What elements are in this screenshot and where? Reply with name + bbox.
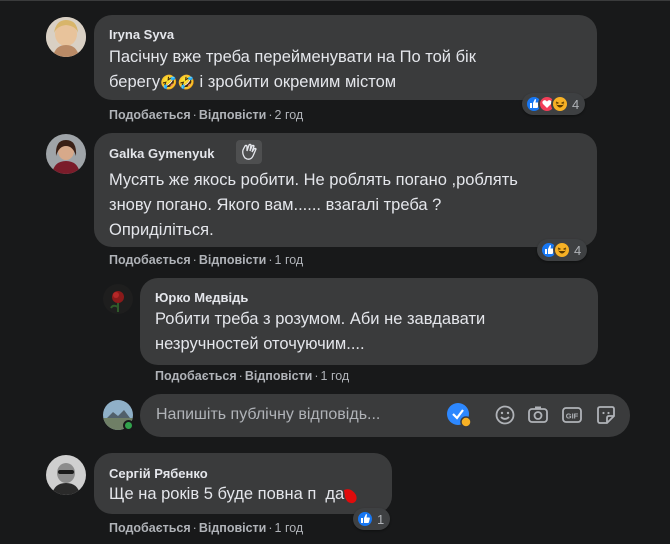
reaction-count: 4 — [572, 96, 580, 112]
like-button[interactable]: Подобається — [155, 369, 237, 383]
svg-text:GIF: GIF — [566, 412, 579, 421]
reply-button[interactable]: Відповісти — [199, 253, 267, 267]
emoji-icon[interactable] — [493, 403, 517, 427]
reply-button[interactable]: Відповісти — [199, 521, 267, 535]
reply-placeholder: Напишіть публічну відповідь... — [156, 406, 381, 423]
sticker-icon[interactable] — [594, 403, 618, 427]
avatar[interactable] — [46, 17, 86, 57]
timestamp[interactable]: 1 год — [275, 521, 304, 535]
red-cursor-mark — [342, 487, 360, 505]
avatar[interactable] — [46, 134, 86, 174]
comment-author[interactable]: Юрко Медвідь — [155, 290, 248, 305]
like-icon — [356, 510, 374, 528]
haha-icon — [551, 95, 569, 113]
like-button[interactable]: Подобається — [109, 253, 191, 267]
check-badge-icon[interactable] — [446, 402, 472, 428]
comment-actions: Подобається · Відповісти · 2 год — [109, 108, 304, 122]
comment-text: Робити треба з розумом. Аби не завдавати… — [155, 310, 486, 353]
avatar[interactable] — [46, 455, 86, 495]
comment-actions: Подобається · Відповісти · 1 год — [109, 521, 304, 535]
reaction-count: 4 — [574, 242, 582, 258]
timestamp[interactable]: 2 год — [275, 108, 304, 122]
reply-input[interactable]: Напишіть публічну відповідь... GIF — [140, 394, 630, 437]
reaction-summary[interactable]: 4 — [522, 93, 586, 115]
reply-button[interactable]: Відповісти — [199, 108, 267, 122]
rofl-emoji: 🤣🤣 — [160, 74, 195, 90]
comment-actions: Подобається · Відповісти · 1 год — [155, 369, 350, 383]
gif-icon[interactable]: GIF — [560, 403, 584, 427]
comment-text: Мусять же якось робити. Не роблять поган… — [109, 171, 518, 239]
like-button[interactable]: Подобається — [109, 108, 191, 122]
comment-author[interactable]: Iryna Syva — [109, 27, 174, 42]
camera-icon[interactable] — [526, 403, 550, 427]
comment-author[interactable]: Galka Gymenyuk — [109, 146, 215, 161]
haha-icon — [553, 241, 571, 259]
reply-button[interactable]: Відповісти — [245, 369, 313, 383]
divider — [0, 0, 670, 1]
timestamp[interactable]: 1 год — [321, 369, 350, 383]
avatar[interactable] — [103, 284, 133, 314]
comment-actions: Подобається · Відповісти · 1 год — [109, 253, 304, 267]
reaction-summary[interactable]: 1 — [353, 508, 391, 530]
reaction-summary[interactable]: 4 — [537, 239, 588, 261]
comment-author[interactable]: Сергій Рябенко — [109, 466, 208, 481]
like-button[interactable]: Подобається — [109, 521, 191, 535]
comment-text: Пасічну вже треба перейменувати на По то… — [109, 48, 476, 91]
wave-badge-icon — [236, 140, 262, 164]
reaction-count: 1 — [377, 511, 385, 527]
online-status-dot — [123, 420, 134, 431]
timestamp[interactable]: 1 год — [275, 253, 304, 267]
